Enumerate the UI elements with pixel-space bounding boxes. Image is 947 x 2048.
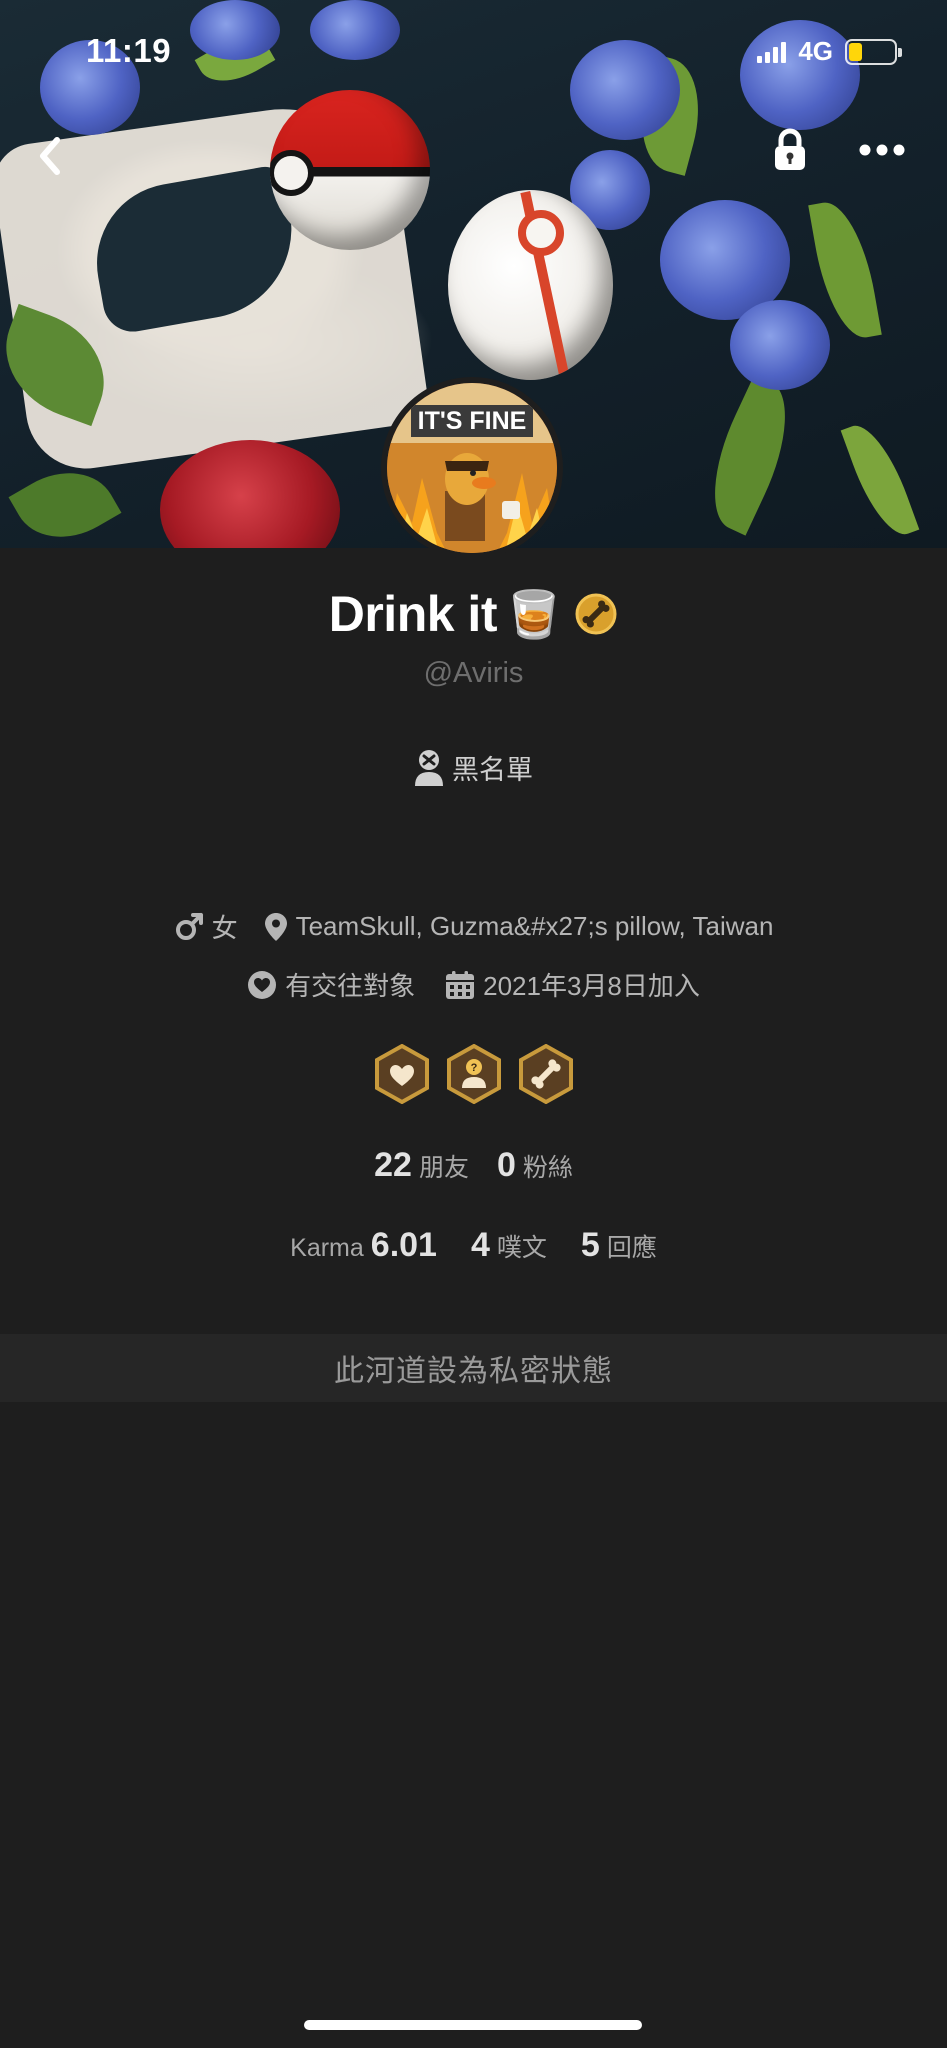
display-name: Drink it: [328, 586, 498, 642]
map-pin-icon: [264, 912, 287, 941]
display-name-row: Drink it 🥃: [0, 585, 947, 643]
cover-leaf: [8, 452, 122, 548]
karma-stat: Karma 6.01: [290, 1226, 437, 1265]
cover-premier-ball: [448, 190, 613, 380]
location-label: TeamSkull, Guzma&#x27;s pillow, Taiwan: [295, 911, 774, 941]
cover-blue-rose: [730, 300, 830, 390]
avatar[interactable]: IT'S FINE: [381, 377, 563, 559]
avatar-image: IT'S FINE: [387, 383, 557, 553]
bone-badge-icon[interactable]: [574, 592, 618, 636]
lock-icon: [775, 128, 805, 170]
ellipsis-icon: [859, 144, 905, 156]
network-type: 4G: [798, 36, 833, 66]
friends-label: 朋友: [418, 1154, 469, 1182]
private-timeline-notice: 此河道設為私密狀態: [0, 1334, 947, 1402]
gender-item: 女: [174, 908, 238, 945]
status-time: 11:19: [86, 32, 172, 69]
mystery-user-badge-icon[interactable]: ?: [446, 1044, 502, 1104]
more-options-button[interactable]: [856, 132, 908, 168]
friends-stat[interactable]: 22 朋友: [374, 1146, 469, 1185]
friends-count: 22: [374, 1146, 412, 1184]
karma-value: 6.01: [370, 1226, 437, 1264]
social-stats-row: 22 朋友 0 粉絲: [0, 1146, 947, 1185]
fans-count: 0: [496, 1146, 516, 1184]
plurks-count: 4: [470, 1226, 490, 1264]
calendar-icon: [446, 970, 475, 999]
responses-stat: 5 回應: [581, 1226, 657, 1265]
plurks-stat: 4 噗文: [471, 1226, 547, 1265]
profile-page: 11:19 4G IT'S FINE Drink it 🥃 @Aviris 黑名…: [0, 0, 947, 2048]
plurks-label: 噗文: [496, 1234, 547, 1262]
signal-icon: [757, 41, 787, 63]
heart-circle-icon: [248, 970, 277, 999]
blacklist-label: 黑名單: [452, 755, 533, 785]
cover-blue-rose: [310, 0, 400, 60]
home-indicator[interactable]: [304, 2020, 642, 2030]
activity-stats-row: Karma 6.01 4 噗文 5 回應: [0, 1226, 947, 1265]
responses-count: 5: [580, 1226, 600, 1264]
cover-leaf: [691, 374, 809, 536]
karma-label: Karma: [290, 1234, 364, 1262]
profile-details-row: 有交往對象 2021年3月8日加入: [0, 966, 947, 1003]
relationship-item: 有交往對象: [247, 966, 415, 1003]
male-gender-icon: [175, 912, 203, 940]
badges-row: ?: [0, 1044, 947, 1104]
joined-item: 2021年3月8日加入: [445, 966, 700, 1003]
gender-label: 女: [211, 913, 238, 943]
status-indicators: 4G: [757, 36, 902, 67]
location-item: TeamSkull, Guzma&#x27;s pillow, Taiwan: [264, 911, 774, 942]
bone-badge-icon[interactable]: [518, 1044, 574, 1104]
profile-details-row: 女 TeamSkull, Guzma&#x27;s pillow, Taiwan: [0, 908, 947, 945]
avatar-text: IT'S FINE: [418, 407, 527, 435]
cover-blue-rose: [190, 0, 280, 60]
heart-badge-icon[interactable]: [374, 1044, 430, 1104]
username: @Aviris: [423, 657, 524, 689]
cover-red-rose: [160, 440, 340, 548]
fans-stat[interactable]: 0 粉絲: [497, 1146, 573, 1185]
private-lock-button[interactable]: [768, 124, 812, 176]
blacklist-button[interactable]: 黑名單: [0, 748, 947, 787]
whiskey-glass-emoji: 🥃: [504, 588, 563, 640]
responses-label: 回應: [606, 1234, 657, 1262]
cover-leaf: [840, 416, 920, 544]
svg-text:?: ?: [470, 1062, 477, 1074]
user-blocked-icon: [415, 749, 443, 786]
back-button[interactable]: [28, 128, 72, 184]
fans-label: 粉絲: [522, 1154, 573, 1182]
battery-icon: [845, 38, 902, 65]
joined-label: 2021年3月8日加入: [483, 971, 700, 1001]
relationship-label: 有交往對象: [285, 971, 416, 1001]
cover-blue-rose: [570, 40, 680, 140]
cover-pokeball: [270, 90, 430, 250]
chevron-left-icon: [40, 137, 60, 175]
